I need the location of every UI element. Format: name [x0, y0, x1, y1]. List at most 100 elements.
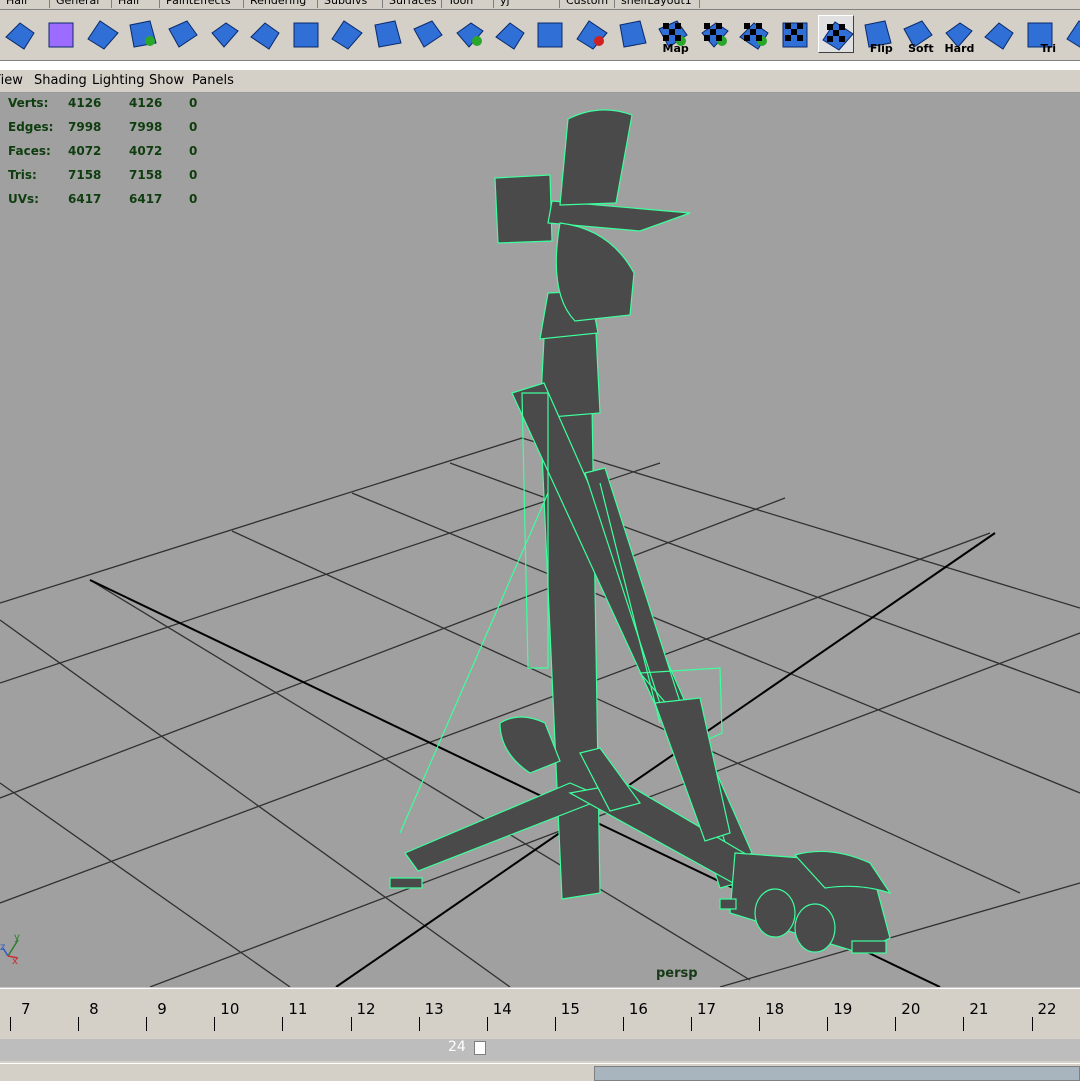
menu-panels[interactable]: Panels: [192, 73, 234, 88]
menu-lighting[interactable]: Lighting: [92, 73, 145, 88]
wedge-tool-button[interactable]: [328, 15, 364, 53]
cone-icon: [576, 20, 608, 50]
hud-v3: 0: [189, 192, 198, 206]
frame-tick: [350, 1017, 352, 1031]
poke-face-tool-button[interactable]: [451, 15, 487, 53]
shelf-tab[interactable]: Hair: [0, 0, 50, 8]
axis-z-label: z: [0, 942, 5, 953]
polygon-plane-tool-button[interactable]: [84, 15, 120, 53]
cylindrical-map-tool-button[interactable]: [696, 15, 732, 53]
frame-tick-label: 15: [560, 1000, 580, 1018]
perspective-viewport[interactable]: Verts: 4126 4126 0 Edges: 7998 7998 0 Faces: 4072…: [0, 93, 1080, 987]
planar-map-icon: [619, 20, 647, 48]
panel-menu-bar: View Shading Lighting Show Panels: [0, 70, 1080, 93]
frame-tick-label: 10: [220, 1000, 240, 1018]
spherical-map-icon: [739, 22, 770, 50]
shelf-tab[interactable]: Rendering: [244, 0, 318, 8]
shelf-tab[interactable]: Hair: [112, 0, 160, 8]
append-polygon-tool-button[interactable]: [369, 15, 405, 53]
extrude-face-tool-button[interactable]: [165, 15, 201, 53]
smooth-tool-button[interactable]: [981, 15, 1017, 53]
bevel-tool-button[interactable]: [247, 15, 283, 53]
frame-tick-label: 9: [157, 1000, 167, 1018]
frame-tick: [10, 1017, 11, 1031]
axis-gizmo-icon: y z x: [0, 932, 20, 967]
shelf-tab[interactable]: shelfLayout1: [615, 0, 700, 8]
frame-tick: [486, 1017, 488, 1031]
flip-normal-tool-button[interactable]: Fl: [1063, 15, 1080, 53]
frame-tick: [759, 1017, 761, 1031]
scene-canvas: [0, 109, 1080, 987]
split-polygon-icon: [129, 20, 158, 48]
hud-v1: 7158: [68, 168, 102, 182]
range-end-label: 24: [448, 1039, 466, 1055]
flip-tool-button[interactable]: Flip: [859, 15, 895, 55]
planar-map-tool-button[interactable]: [614, 15, 650, 53]
menu-view[interactable]: View: [0, 73, 23, 88]
extrude-edge-tool-button[interactable]: [206, 15, 242, 53]
shelf-tab[interactable]: yj: [494, 0, 560, 8]
shelf-tab[interactable]: Surfaces: [383, 0, 442, 8]
automatic-map-icon: [782, 22, 808, 48]
frame-tick-label: 22: [1037, 1000, 1057, 1018]
frame-tick-label: 8: [89, 1000, 99, 1018]
bridge-tool-button[interactable]: [288, 15, 324, 53]
view-axis-indicator: y z x: [0, 928, 30, 968]
time-slider[interactable]: 7 8 9 10 11 12 13 14 15 16 17 18 19 20 21 22: [0, 988, 1080, 1037]
frame-tick-label: 12: [356, 1000, 376, 1018]
range-slider[interactable]: 24: [0, 1037, 1080, 1063]
extrude-edge-icon: [211, 22, 239, 48]
poke-face-icon: [456, 22, 484, 48]
shelf-tab[interactable]: Subdivs: [318, 0, 383, 8]
menu-show[interactable]: Show: [149, 73, 184, 88]
axis-x-label: x: [12, 956, 18, 967]
hud-v2: 7158: [129, 168, 163, 182]
polygon-plane-icon: [86, 20, 119, 50]
hud-v1: 7998: [68, 120, 102, 134]
spherical-map-tool-button[interactable]: [736, 15, 772, 53]
menu-shading[interactable]: Shading: [34, 73, 87, 88]
append-polygon-icon: [374, 20, 402, 48]
extrude-face-icon: [168, 20, 198, 48]
frame-tick: [622, 1017, 624, 1031]
range-handle[interactable]: [474, 1041, 486, 1055]
shelf-tab[interactable]: Custom: [560, 0, 615, 8]
status-bar: [0, 1063, 1080, 1081]
polygon-sphere-icon: [5, 22, 35, 50]
merge-vertices-tool-button[interactable]: [492, 15, 528, 53]
cone-tool-button[interactable]: [573, 15, 609, 53]
frame-tick-label: 19: [833, 1000, 853, 1018]
checker-map-tool-button[interactable]: [818, 15, 854, 53]
shelf-tab[interactable]: PaintEffects: [160, 0, 244, 8]
frame-tick: [418, 1017, 420, 1031]
shelf-tab[interactable]: Toon: [442, 0, 494, 8]
frame-tick: [895, 1017, 897, 1031]
hud-label: Faces:: [8, 144, 51, 158]
split-edge-tool-button[interactable]: [410, 15, 446, 53]
hud-v1: 6417: [68, 192, 102, 206]
separator: [0, 61, 1080, 70]
polygon-cube-tool-button[interactable]: [43, 15, 79, 53]
collapse-tool-button[interactable]: [532, 15, 568, 53]
hud-v2: 4072: [129, 144, 163, 158]
hud-label: Verts:: [8, 96, 49, 110]
shelf-tab[interactable]: General: [50, 0, 112, 8]
merge-vertices-icon: [494, 22, 525, 50]
triangulate-tool-button[interactable]: Tri: [1022, 15, 1058, 55]
automatic-map-tool-button[interactable]: [777, 15, 813, 53]
hud-v2: 6417: [129, 192, 163, 206]
soft-edge-tool-button[interactable]: Soft: [900, 15, 936, 55]
split-polygon-tool-button[interactable]: [124, 15, 160, 53]
polygon-sphere-tool-button[interactable]: [2, 15, 38, 53]
hud-v3: 0: [189, 96, 198, 110]
frame-tick: [214, 1017, 216, 1031]
hard-edge-tool-button[interactable]: Hard: [940, 15, 976, 55]
frame-tick-label: 13: [424, 1000, 444, 1018]
crane-model: [389, 109, 892, 954]
hud-v1: 4072: [68, 144, 102, 158]
tool-label: Hard: [944, 42, 975, 55]
range-track[interactable]: [0, 1039, 1080, 1061]
uv-map-tool-button[interactable]: Map: [655, 15, 691, 55]
hud-v2: 4126: [129, 96, 163, 110]
hud-v3: 0: [189, 120, 198, 134]
